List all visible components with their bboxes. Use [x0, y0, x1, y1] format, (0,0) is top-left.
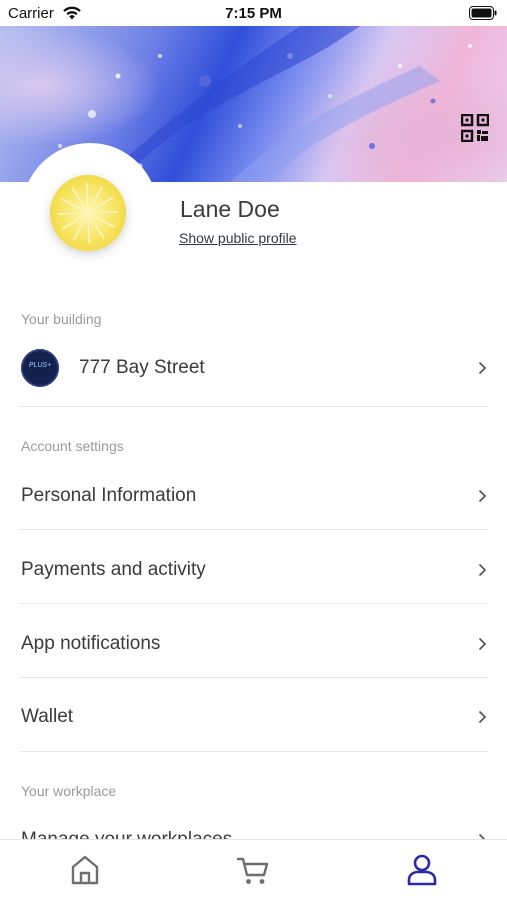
section-label-building: Your building [21, 311, 102, 327]
chevron-right-icon [478, 637, 487, 651]
row-label: Payments and activity [21, 559, 206, 580]
profile-name: Lane Doe [180, 196, 280, 222]
chevron-right-icon [478, 489, 487, 503]
profile-icon[interactable] [404, 852, 440, 888]
chevron-right-icon [478, 563, 487, 577]
building-row[interactable]: PLUS+ 777 Bay Street [0, 331, 507, 405]
qr-code-icon[interactable] [461, 114, 489, 142]
divider [20, 529, 488, 530]
account-item-wallet[interactable]: Wallet [0, 680, 507, 754]
chevron-right-icon [478, 361, 487, 375]
divider [20, 677, 488, 678]
clock: 7:15 PM [225, 5, 282, 22]
divider [20, 603, 488, 604]
tab-bar [0, 839, 507, 900]
show-public-profile-link[interactable]: Show public profile [179, 230, 297, 246]
row-label: Wallet [21, 706, 74, 727]
row-label: App notifications [21, 633, 161, 654]
building-name: 777 Bay Street [79, 357, 205, 378]
battery-icon [469, 6, 497, 20]
building-logo-text: PLUS+ [28, 362, 52, 369]
divider [20, 751, 488, 752]
account-item-personal-information[interactable]: Personal Information [0, 459, 507, 533]
row-label: Personal Information [21, 485, 197, 506]
account-item-payments-and-activity[interactable]: Payments and activity [0, 533, 507, 607]
chevron-right-icon [478, 710, 487, 724]
building-logo: PLUS+ [21, 349, 59, 387]
avatar[interactable] [50, 175, 126, 251]
home-icon[interactable] [67, 852, 103, 888]
divider [20, 406, 488, 407]
section-label-account: Account settings [21, 438, 124, 454]
section-label-workplace: Your workplace [21, 783, 117, 799]
cart-icon[interactable] [235, 852, 271, 888]
status-bar: Carrier 7:15 PM [0, 0, 507, 26]
account-item-app-notifications[interactable]: App notifications [0, 607, 507, 681]
